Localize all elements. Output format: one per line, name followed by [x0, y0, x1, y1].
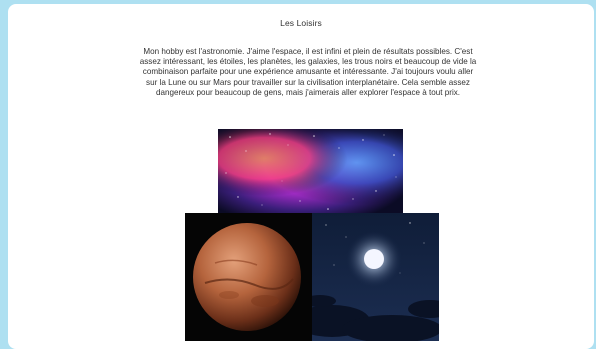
page-background: Les Loisirs Mon hobby est l'astronomie. … — [0, 0, 596, 349]
hobby-paragraph: Mon hobby est l'astronomie. J'aime l'esp… — [139, 47, 477, 97]
nebula-image — [218, 129, 403, 213]
content-card: Les Loisirs Mon hobby est l'astronomie. … — [8, 4, 594, 349]
page-title: Les Loisirs — [280, 18, 322, 28]
mars-image — [185, 213, 312, 341]
moon-image — [312, 213, 439, 341]
